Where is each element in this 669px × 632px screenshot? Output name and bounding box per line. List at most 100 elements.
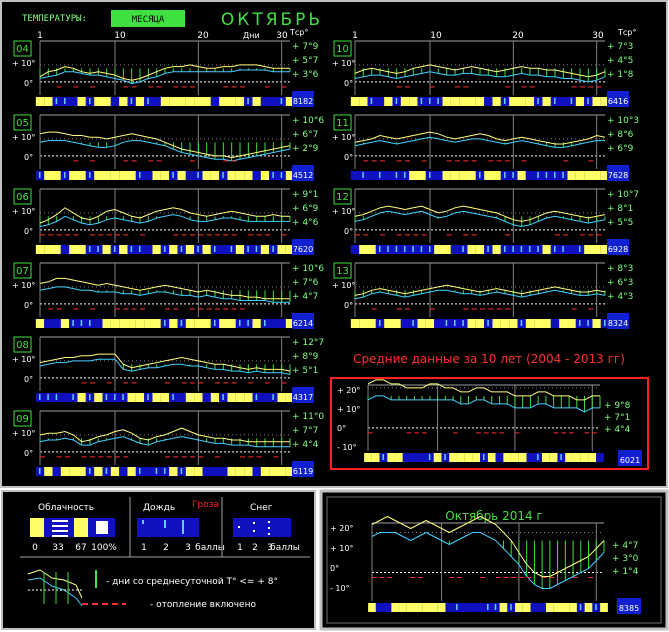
cloud-cell xyxy=(77,393,86,402)
cloud-cell xyxy=(384,97,393,106)
cloud-cell xyxy=(144,467,153,476)
cloud-cell xyxy=(144,319,153,328)
cloud-cell xyxy=(235,171,245,180)
rain-mark xyxy=(554,246,556,252)
cloud-cell xyxy=(464,453,473,462)
cloud-cell xyxy=(475,97,485,106)
rain-mark xyxy=(180,468,183,474)
cloud-cell xyxy=(135,319,145,328)
cloud-cell xyxy=(492,245,501,254)
cloud-cell xyxy=(185,393,195,402)
cloud-cell xyxy=(425,319,435,328)
rain-mark xyxy=(395,172,398,178)
cloud-cell xyxy=(260,97,270,106)
temp-value-2: + 4°7 xyxy=(292,292,318,302)
axis-label-plus10: + 10° xyxy=(12,281,35,290)
cloud-33-stripe xyxy=(52,520,68,522)
cloud-cell xyxy=(422,603,430,612)
cloud-cell xyxy=(518,453,527,462)
cloud-cell xyxy=(169,319,178,328)
cloud-cell xyxy=(553,603,562,612)
rain-mark xyxy=(487,320,489,326)
cloud-cell xyxy=(384,319,393,328)
cur-axis-1: + 10° xyxy=(330,544,353,553)
cloud-cell xyxy=(219,97,228,106)
cloud-cell xyxy=(160,393,170,402)
rain-mark xyxy=(180,320,183,326)
axis-label-plus10: + 10° xyxy=(12,429,35,438)
rain-mark xyxy=(47,394,49,400)
cloud-cell xyxy=(110,319,120,328)
rain-mark xyxy=(444,454,446,460)
cloud-cell xyxy=(35,245,45,254)
cloud-cell xyxy=(219,467,228,476)
cloud-cell xyxy=(525,97,535,106)
cloud-scale-2: 67 xyxy=(75,543,86,553)
cloud-cell xyxy=(522,603,531,612)
avg-value-0: + 9°8 xyxy=(604,401,631,411)
cloud-cell xyxy=(77,171,86,180)
rain-mark xyxy=(362,172,364,178)
cloud-cell xyxy=(460,603,469,612)
rain-mark xyxy=(222,394,224,400)
cloud-cell xyxy=(399,603,407,612)
cloud-cell xyxy=(44,319,53,328)
rain-mark xyxy=(89,468,91,474)
cloud-cell xyxy=(135,97,145,106)
rain-mark xyxy=(604,320,606,326)
cloud-cell xyxy=(364,453,372,462)
rain-mark xyxy=(72,394,74,400)
rain-mark xyxy=(197,246,199,252)
axis-label-plus10: + 10° xyxy=(332,207,355,216)
rain-mark xyxy=(139,468,141,474)
cloud-cell xyxy=(127,171,136,180)
rain-mark xyxy=(89,320,91,326)
cloud-cell xyxy=(484,171,493,180)
snow-title: Снег xyxy=(250,503,273,513)
cloud-cell xyxy=(588,453,597,462)
rain-scale-1: 2 xyxy=(163,543,169,553)
rain-mark xyxy=(64,172,66,178)
cur-axis-0: + 20° xyxy=(330,524,353,533)
rain-mark xyxy=(454,320,456,326)
cloud-cell xyxy=(52,319,61,328)
cloud-cell xyxy=(434,245,443,254)
cloud-cell xyxy=(383,603,392,612)
cloud-cell xyxy=(409,171,418,180)
cloud-cell xyxy=(350,97,360,106)
rain-mark xyxy=(280,172,283,178)
cloud-cell xyxy=(202,245,211,254)
rain-mark xyxy=(147,394,149,400)
cur-axis-3: - 10° xyxy=(330,584,350,593)
cloud-cell xyxy=(35,97,45,106)
cloud-cell xyxy=(515,603,523,612)
cloud-cell xyxy=(169,245,178,254)
axis-label-zero: 0° xyxy=(24,449,33,458)
cloud-cell xyxy=(252,319,261,328)
cloud-cell xyxy=(244,393,253,402)
cloud-cell xyxy=(277,319,286,328)
badge-text: 6928 xyxy=(608,245,628,254)
cloud-cell xyxy=(417,319,426,328)
temp-value-0: + 8°3 xyxy=(607,264,633,274)
cloud-cell xyxy=(561,603,570,612)
cloud-cell xyxy=(169,467,178,476)
year-code: 04 xyxy=(16,44,29,55)
rain-scale-2: 3 xyxy=(185,543,191,553)
cloud-cell xyxy=(575,97,585,106)
month-title: ОКТЯБРЬ xyxy=(221,10,323,30)
cloud-cell xyxy=(194,467,203,476)
temp-value-1: + 7°7 xyxy=(292,426,318,436)
cloud-cell xyxy=(584,171,593,180)
cloud-cell xyxy=(580,453,589,462)
axis-label-plus10: + 10° xyxy=(332,281,355,290)
cloud-cell xyxy=(367,319,376,328)
cloud-cell xyxy=(127,319,136,328)
rain-mark-2 xyxy=(182,520,184,534)
cloud-cell xyxy=(102,171,111,180)
rain-mark xyxy=(560,454,562,460)
axis-label-zero: 0° xyxy=(344,227,353,236)
axis-label-plus10: + 10° xyxy=(12,207,35,216)
cloud-cell xyxy=(467,171,476,180)
rain-mark xyxy=(89,394,91,400)
